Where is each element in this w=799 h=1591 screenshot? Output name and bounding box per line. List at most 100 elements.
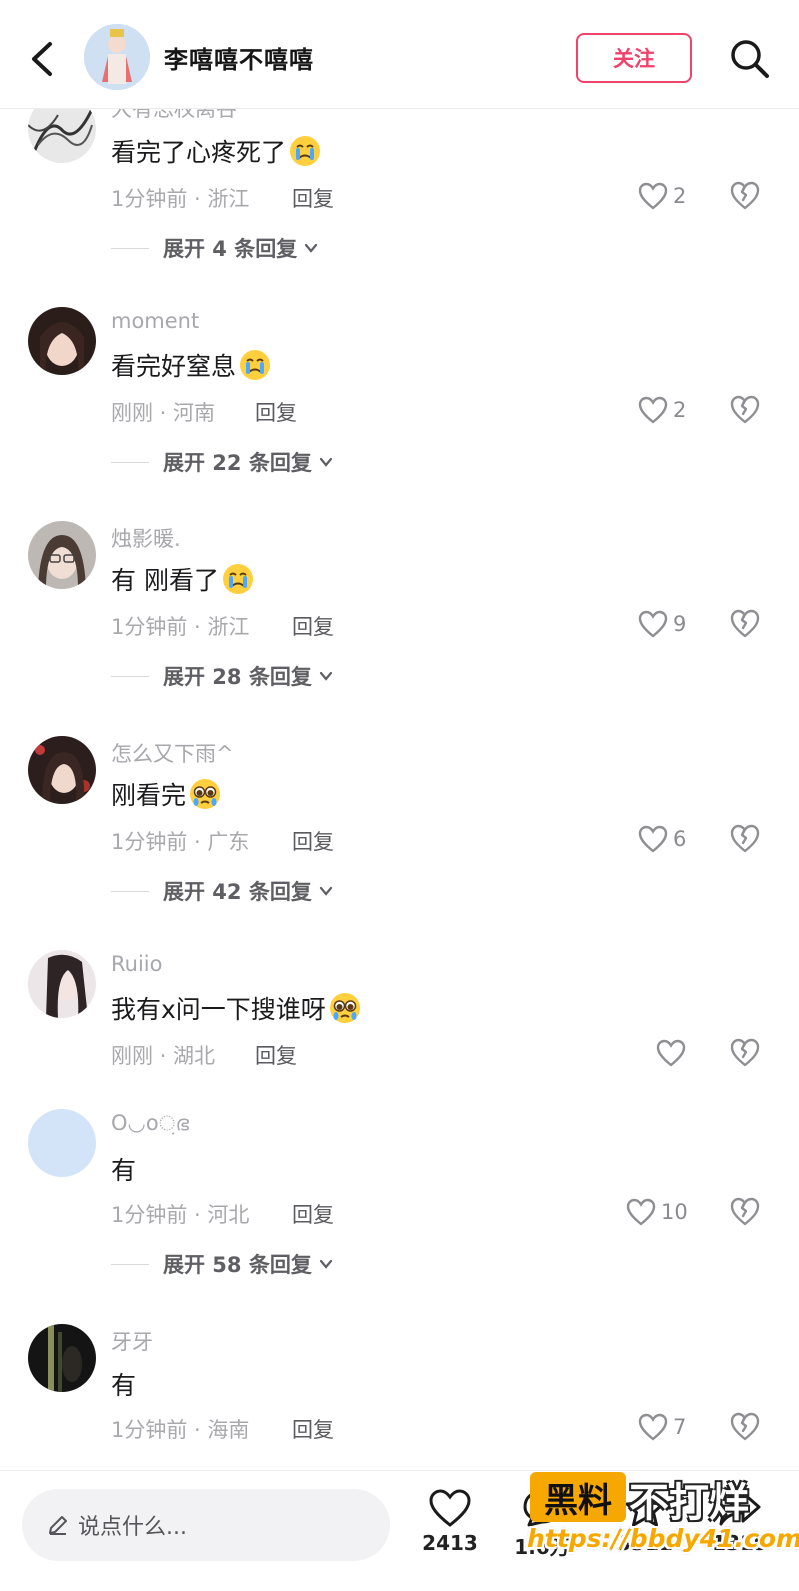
chevron-down-icon — [319, 886, 332, 896]
reply-button[interactable]: 回复 — [255, 1040, 297, 1070]
like-button[interactable] — [655, 1036, 687, 1070]
comment-username[interactable]: O◡o਼ഭ — [111, 1111, 189, 1136]
expand-replies-label: 展开 42 条回复 — [163, 880, 312, 904]
comment-username[interactable]: Ruiio — [111, 952, 162, 976]
comment-username[interactable]: moment — [111, 309, 199, 333]
comment-meta: 1分钟前 · 海南 — [111, 1418, 250, 1442]
comment-text: 有 刚看了 — [111, 561, 255, 597]
commenter-avatar-image — [28, 521, 96, 589]
broken-heart-icon — [730, 395, 760, 424]
back-button[interactable] — [24, 34, 64, 84]
like-count: 6 — [673, 827, 687, 851]
search-button[interactable] — [728, 37, 772, 81]
expand-replies-button[interactable]: 展开 22 条回复 — [111, 447, 334, 477]
pleading-face-icon — [190, 779, 221, 809]
comment-meta: 1分钟前 · 广东 — [111, 830, 250, 854]
expand-replies-button[interactable]: 展开 28 条回复 — [111, 661, 334, 691]
comment-text-content: 有 — [111, 1371, 137, 1400]
crying-face-icon — [290, 136, 321, 166]
comment-text-content: 看完好窒息 — [111, 352, 237, 381]
comment-location: 广东 — [207, 830, 250, 854]
commenter-avatar[interactable] — [28, 736, 96, 804]
comment-text: 我有x问一下搜谁呀 — [111, 990, 362, 1026]
broken-heart-icon — [730, 181, 760, 210]
commenter-avatar[interactable] — [28, 950, 96, 1018]
watermark-badge: 黑料 — [530, 1472, 626, 1522]
search-icon — [731, 40, 769, 78]
comment-username[interactable]: 怎么又下雨^ — [111, 738, 234, 768]
author-avatar[interactable] — [84, 24, 150, 90]
like-button[interactable]: 7 — [637, 1410, 686, 1444]
heart-outline-icon — [638, 396, 668, 424]
follow-button[interactable]: 关注 — [576, 33, 692, 83]
divider-line — [111, 247, 149, 249]
reply-button[interactable]: 回复 — [292, 611, 334, 641]
reply-button[interactable]: 回复 — [292, 1414, 334, 1444]
like-count: 2 — [673, 398, 687, 422]
comment-time: 1分钟前 — [111, 1203, 188, 1227]
comment-time: 1分钟前 — [111, 187, 188, 211]
comment-location: 浙江 — [207, 615, 250, 639]
like-button[interactable]: 9 — [637, 607, 686, 641]
dislike-button[interactable] — [728, 822, 762, 856]
crying-face-icon — [222, 564, 253, 594]
like-button[interactable]: 6 — [637, 822, 686, 856]
like-count: 7 — [673, 1415, 687, 1439]
reply-button[interactable]: 回复 — [292, 1199, 334, 1229]
expand-replies-button[interactable]: 展开 42 条回复 — [111, 876, 334, 906]
comment-username[interactable]: 烛影暖. — [111, 523, 181, 553]
comment-location: 河北 — [207, 1203, 250, 1227]
like-post-count: 2413 — [422, 1531, 478, 1555]
like-button[interactable]: 2 — [637, 179, 686, 213]
like-button[interactable]: 2 — [637, 393, 686, 427]
comment-text: 有 — [111, 1366, 136, 1402]
dislike-button[interactable] — [728, 1195, 762, 1229]
divider-line — [111, 675, 149, 677]
commenter-avatar-image — [28, 736, 96, 804]
broken-heart-icon — [730, 824, 760, 853]
broken-heart-icon — [730, 609, 760, 638]
expand-replies-button[interactable]: 展开 4 条回复 — [111, 233, 319, 263]
heart-outline-icon — [656, 1039, 686, 1067]
comment-location: 湖北 — [173, 1044, 216, 1068]
comment-meta: 刚刚 · 湖北 — [111, 1044, 216, 1068]
comment-time: 1分钟前 — [111, 830, 188, 854]
like-count: 10 — [661, 1200, 688, 1224]
expand-replies-label: 展开 4 条回复 — [163, 237, 298, 261]
reply-button[interactable]: 回复 — [292, 826, 334, 856]
comment-location: 海南 — [207, 1418, 250, 1442]
divider-line — [111, 890, 149, 892]
like-post-button[interactable]: 2413 — [415, 1487, 485, 1555]
reply-button[interactable]: 回复 — [292, 183, 334, 213]
comment-input[interactable]: 说点什么... — [22, 1489, 390, 1561]
dislike-button[interactable] — [728, 179, 762, 213]
comment-text-content: 有 — [111, 1156, 137, 1185]
comment-meta: 刚刚 · 河南 — [111, 401, 216, 425]
dislike-button[interactable] — [728, 1036, 762, 1070]
broken-heart-icon — [730, 1412, 760, 1441]
commenter-avatar-image — [28, 950, 96, 1018]
chevron-down-icon — [319, 671, 332, 681]
comment-text-content: 有 刚看了 — [111, 566, 219, 595]
commenter-avatar[interactable] — [28, 1109, 96, 1177]
like-button[interactable]: 10 — [625, 1195, 688, 1229]
commenter-avatar[interactable] — [28, 307, 96, 375]
dislike-button[interactable] — [728, 1410, 762, 1444]
comment-input-placeholder: 说点什么... — [78, 1515, 187, 1540]
heart-outline-icon — [429, 1489, 471, 1527]
dislike-button[interactable] — [728, 393, 762, 427]
author-name[interactable]: 李嘻嘻不嘻嘻 — [164, 40, 314, 75]
heart-outline-icon — [638, 182, 668, 210]
comment-username[interactable]: 牙牙 — [111, 1326, 153, 1356]
dislike-button[interactable] — [728, 607, 762, 641]
commenter-avatar[interactable] — [28, 1324, 96, 1392]
reply-button[interactable]: 回复 — [255, 397, 297, 427]
commenter-avatar[interactable] — [28, 521, 96, 589]
comment-time: 1分钟前 — [111, 615, 188, 639]
heart-outline-icon — [638, 1413, 668, 1441]
expand-replies-button[interactable]: 展开 58 条回复 — [111, 1249, 334, 1279]
heart-outline-icon — [626, 1198, 656, 1226]
comment-text-content: 看完了心疼死了 — [111, 138, 287, 167]
chevron-down-icon — [319, 457, 332, 467]
commenter-avatar-image — [28, 307, 96, 375]
